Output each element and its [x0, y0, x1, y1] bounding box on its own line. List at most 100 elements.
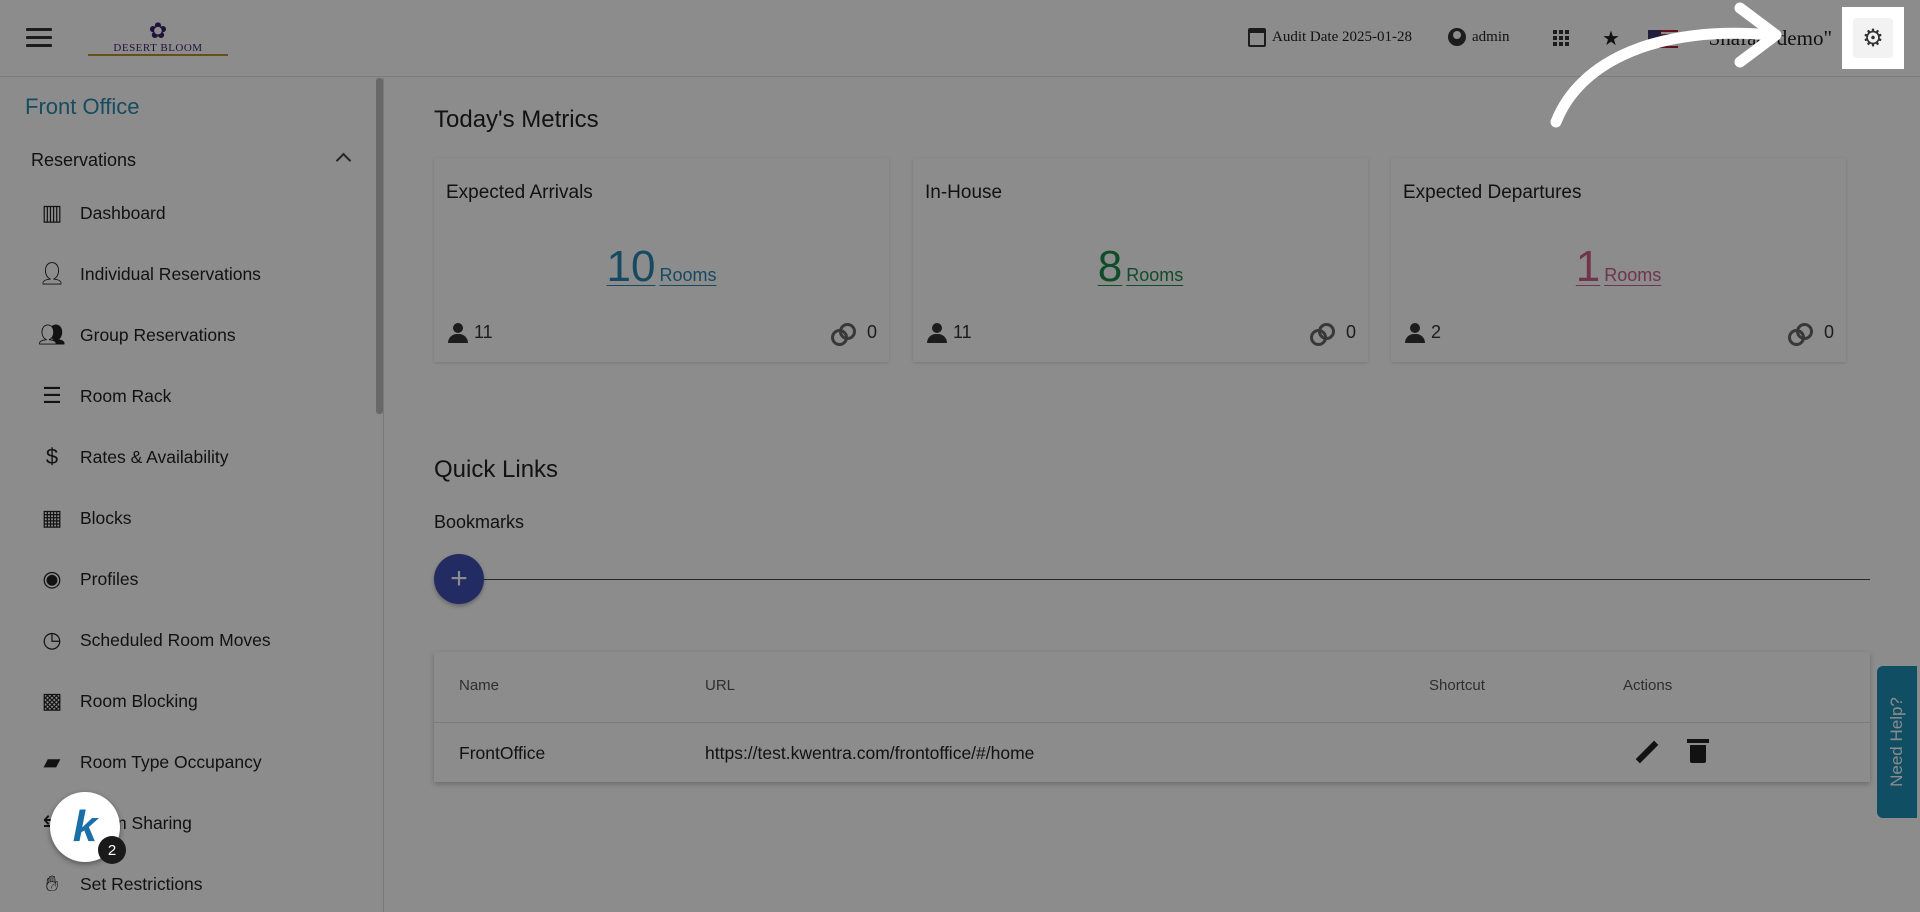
audit-date[interactable]: Audit Date 2025-01-28: [1248, 28, 1412, 47]
sidebar-item-rates-availability[interactable]: $ Rates & Availability: [38, 442, 229, 472]
column-header-name[interactable]: Name: [459, 677, 499, 694]
sidebar-item-label: Room Type Occupancy: [80, 751, 262, 772]
need-help-tab[interactable]: Need Help?: [1877, 666, 1917, 818]
delete-icon[interactable]: [1687, 739, 1709, 763]
sidebar-item-label: Profiles: [80, 568, 139, 589]
metric-linked: 0: [1787, 322, 1834, 346]
sidebar-section-reservations[interactable]: Reservations: [31, 150, 136, 171]
clock-icon: ◷: [42, 627, 62, 652]
sidebar-item-set-restrictions[interactable]: ✋︎ Set Restrictions: [38, 869, 203, 899]
linked-count: 0: [866, 322, 877, 342]
logo-text: DESERT BLOOM: [88, 42, 228, 56]
sidebar: Front Office Reservations ▥ Dashboard 👤︎…: [0, 78, 384, 912]
user-name: admin: [1472, 28, 1510, 45]
sidebar-item-label: Room Rack: [80, 385, 172, 406]
metric-number: 1: [1575, 242, 1601, 291]
quick-links-heading: Quick Links: [434, 456, 559, 483]
metric-persons: 11: [927, 322, 972, 343]
metric-title: Expected Departures: [1403, 182, 1582, 203]
metric-persons: 2: [1405, 322, 1441, 343]
group-icon: 👥︎: [38, 322, 66, 347]
persons-count: 2: [1431, 322, 1442, 342]
metric-value[interactable]: 1 Rooms: [1391, 242, 1846, 292]
company-logo[interactable]: ✿ DESERT BLOOM: [88, 20, 228, 56]
metrics-heading: Today's Metrics: [434, 106, 599, 133]
bookmarks-table: Name URL Shortcut Actions FrontOffice ht…: [434, 652, 1870, 782]
sidebar-item-scheduled-room-moves[interactable]: ◷ Scheduled Room Moves: [38, 625, 271, 655]
sidebar-item-room-blocking[interactable]: ▩ Room Blocking: [38, 686, 198, 716]
metric-link[interactable]: 1 Rooms: [1576, 242, 1662, 291]
metric-link[interactable]: 8 Rooms: [1098, 242, 1184, 291]
metric-number: 10: [606, 242, 656, 291]
link-icon: [1787, 322, 1813, 346]
metric-value[interactable]: 8 Rooms: [913, 242, 1368, 292]
column-header-shortcut[interactable]: Shortcut: [1429, 677, 1485, 694]
metric-card-expected-departures: Expected Departures 1 Rooms 2 0: [1391, 158, 1846, 362]
sidebar-item-profiles[interactable]: ◉ Profiles: [38, 564, 138, 594]
sidebar-item-label: Dashboard: [80, 202, 166, 223]
sidebar-item-dashboard[interactable]: ▥ Dashboard: [38, 198, 166, 228]
notification-badge: 2: [98, 836, 126, 864]
hand-icon: ✋︎: [45, 871, 59, 896]
list-icon: ☰: [42, 383, 62, 408]
person-icon: [448, 322, 468, 343]
column-header-url[interactable]: URL: [705, 677, 735, 694]
edit-icon[interactable]: [1634, 739, 1660, 765]
sidebar-title: Front Office: [25, 94, 140, 119]
bookmark-name: FrontOffice: [459, 743, 546, 763]
sidebar-item-label: Individual Reservations: [80, 263, 261, 284]
bookmarks-label: Bookmarks: [434, 512, 525, 532]
dollar-icon: $: [45, 444, 59, 469]
bookmark-url[interactable]: https://test.kwentra.com/frontoffice/#/h…: [705, 743, 1034, 764]
metric-value[interactable]: 10 Rooms: [434, 242, 889, 292]
metric-unit: Rooms: [1604, 265, 1662, 285]
guide-arrow-icon: [1550, 2, 1782, 128]
sidebar-item-blocks[interactable]: ▦ Blocks: [38, 503, 132, 533]
metric-number: 8: [1097, 242, 1123, 291]
calendar-icon: [1248, 28, 1266, 47]
metric-card-expected-arrivals: Expected Arrivals 10 Rooms 11 0: [434, 158, 889, 362]
need-help-label: Need Help?: [1887, 697, 1906, 787]
metric-linked: 0: [830, 322, 877, 346]
metric-link[interactable]: 10 Rooms: [607, 242, 717, 291]
dashboard-icon: ▦: [41, 505, 63, 530]
audit-date-text: Audit Date 2025-01-28: [1272, 29, 1412, 45]
flower-logo-icon: ✿: [148, 18, 168, 43]
metric-title: Expected Arrivals: [446, 182, 593, 203]
sidebar-item-room-rack[interactable]: ☰ Room Rack: [38, 381, 171, 411]
account-circle-icon: ◉: [42, 566, 62, 591]
metric-unit: Rooms: [1126, 265, 1184, 285]
sidebar-item-label: Group Reservations: [80, 324, 236, 345]
sidebar-item-label: Blocks: [80, 507, 132, 528]
settings-button[interactable]: ⚙: [1842, 7, 1904, 69]
sidebar-item-individual-reservations[interactable]: 👤︎ Individual Reservations: [38, 259, 261, 289]
menu-icon[interactable]: [26, 28, 52, 48]
bar-chart-icon: ▥: [41, 200, 63, 225]
add-bookmark-button[interactable]: +: [434, 554, 484, 604]
gear-icon: ⚙: [1853, 18, 1893, 58]
persons-count: 11: [474, 322, 493, 342]
label-icon: ▰: [43, 749, 61, 774]
metric-unit: Rooms: [659, 265, 717, 285]
sidebar-scrollbar[interactable]: [376, 78, 383, 414]
grid-icon: ▩: [41, 688, 63, 713]
metric-persons: 11: [448, 322, 493, 343]
metric-linked: 0: [1309, 322, 1356, 346]
sidebar-item-room-type-occupancy[interactable]: ▰ Room Type Occupancy: [38, 747, 262, 777]
person-icon: 👤︎: [38, 261, 66, 286]
table-row[interactable]: FrontOffice https://test.kwentra.com/fro…: [434, 722, 1870, 782]
sidebar-item-label: Set Restrictions: [80, 873, 203, 894]
account-circle-icon: [1448, 28, 1466, 46]
person-icon: [1405, 322, 1425, 343]
linked-count: 0: [1823, 322, 1834, 342]
sidebar-item-label: Scheduled Room Moves: [80, 629, 271, 650]
linked-count: 0: [1345, 322, 1356, 342]
person-icon: [927, 322, 947, 343]
sidebar-item-label: Rates & Availability: [80, 446, 229, 467]
chevron-up-icon[interactable]: [333, 148, 353, 168]
user-menu[interactable]: admin: [1448, 28, 1510, 46]
link-icon: [1309, 322, 1335, 346]
metric-title: In-House: [925, 182, 1003, 203]
link-icon: [830, 322, 856, 346]
sidebar-item-group-reservations[interactable]: 👥︎ Group Reservations: [38, 320, 236, 350]
